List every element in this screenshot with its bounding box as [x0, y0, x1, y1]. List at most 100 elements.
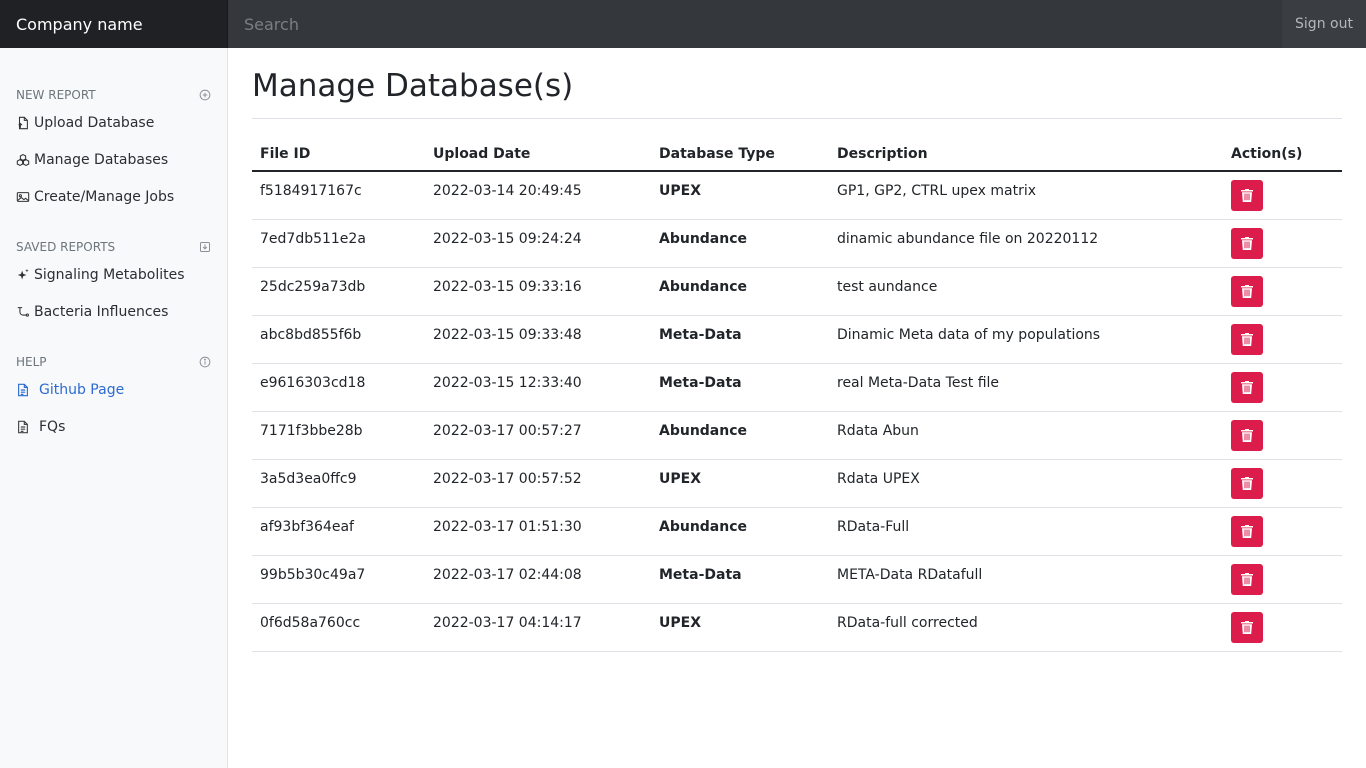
- trash-icon: [1241, 332, 1253, 346]
- branch-icon: [17, 306, 29, 317]
- file-upload-icon: [18, 116, 28, 129]
- cell-database-type: Abundance: [651, 411, 829, 460]
- column-header-upload-date: Upload Date: [425, 137, 651, 172]
- trash-icon: [1241, 236, 1253, 250]
- cell-description: GP1, GP2, CTRL upex matrix: [829, 171, 1223, 220]
- cell-actions: [1223, 459, 1342, 508]
- table-row: abc8bd855f6b 2022-03-15 09:33:48 Meta-Data…: [252, 315, 1342, 364]
- cell-database-type: Abundance: [651, 507, 829, 556]
- section-help: HELP: [0, 352, 227, 372]
- cell-actions: [1223, 315, 1342, 364]
- delete-button[interactable]: [1231, 515, 1263, 547]
- document-icon: [18, 383, 28, 396]
- column-header-file-id: File ID: [252, 137, 425, 172]
- cell-upload-date: 2022-03-15 09:33:48: [425, 315, 651, 364]
- delete-button[interactable]: [1231, 467, 1263, 499]
- cell-upload-date: 2022-03-15 09:33:16: [425, 267, 651, 316]
- section-new-report: NEW REPORT: [0, 85, 227, 105]
- table-row: 25dc259a73db 2022-03-15 09:33:16 Abundance…: [252, 267, 1342, 316]
- delete-button[interactable]: [1231, 275, 1263, 307]
- sparkles-icon: [17, 268, 29, 279]
- download-box-icon[interactable]: [199, 241, 211, 253]
- cell-actions: [1223, 603, 1342, 652]
- sidebar-item-create-manage-jobs[interactable]: Create/Manage Jobs: [0, 178, 227, 215]
- column-header-actions: Action(s): [1223, 137, 1342, 172]
- column-header-database-type: Database Type: [651, 137, 829, 172]
- cell-upload-date: 2022-03-14 20:49:45: [425, 171, 651, 220]
- cell-actions: [1223, 411, 1342, 460]
- table-row: 0f6d58a760cc 2022-03-17 04:14:17 UPEX RData…: [252, 603, 1342, 652]
- cell-description: real Meta-Data Test file: [829, 363, 1223, 412]
- cell-file-id: 25dc259a73db: [252, 267, 425, 316]
- table-row: 7ed7db511e2a 2022-03-15 09:24:24 Abundance…: [252, 219, 1342, 268]
- cell-file-id: 7ed7db511e2a: [252, 219, 425, 268]
- cell-file-id: 7171f3bbe28b: [252, 411, 425, 460]
- cell-database-type: Abundance: [651, 219, 829, 268]
- sidebar-item-label: Bacteria Influences: [34, 303, 169, 320]
- cell-actions: [1223, 267, 1342, 316]
- delete-button[interactable]: [1231, 371, 1263, 403]
- table-row: 7171f3bbe28b 2022-03-17 00:57:27 Abundance…: [252, 411, 1342, 460]
- cell-upload-date: 2022-03-15 12:33:40: [425, 363, 651, 412]
- cell-upload-date: 2022-03-17 02:44:08: [425, 555, 651, 604]
- cell-file-id: af93bf364eaf: [252, 507, 425, 556]
- page-title: Manage Database(s): [252, 68, 574, 104]
- cell-file-id: f5184917167c: [252, 171, 425, 220]
- table-row: 99b5b30c49a7 2022-03-17 02:44:08 Meta-Data…: [252, 555, 1342, 604]
- sidebar-item-label: Create/Manage Jobs: [34, 188, 175, 205]
- trash-icon: [1241, 380, 1253, 394]
- trash-icon: [1241, 572, 1253, 586]
- section-title: HELP: [16, 355, 47, 369]
- cell-upload-date: 2022-03-17 04:14:17: [425, 603, 651, 652]
- section-saved-reports: SAVED REPORTS: [0, 237, 227, 257]
- sidebar-item-label: Manage Databases: [34, 151, 169, 168]
- delete-button[interactable]: [1231, 611, 1263, 643]
- sidebar-item-label: Github Page: [39, 381, 125, 398]
- sidebar-item-label: FQs: [39, 418, 66, 435]
- section-title: NEW REPORT: [16, 88, 96, 102]
- cell-description: Dinamic Meta data of my populations: [829, 315, 1223, 364]
- delete-button[interactable]: [1231, 419, 1263, 451]
- trash-icon: [1241, 476, 1253, 490]
- sidebar-item-manage-databases[interactable]: Manage Databases: [0, 141, 227, 178]
- cell-file-id: e9616303cd18: [252, 363, 425, 412]
- trash-icon: [1241, 428, 1253, 442]
- database-table: File ID Upload Date Database Type Descri…: [252, 137, 1342, 652]
- search-input[interactable]: [228, 0, 1282, 48]
- trash-icon: [1241, 284, 1253, 298]
- sign-out-button[interactable]: Sign out: [1282, 0, 1366, 48]
- top-navbar: Company name Sign out: [0, 0, 1366, 48]
- cell-description: dinamic abundance file on 20220112: [829, 219, 1223, 268]
- table-row: 3a5d3ea0ffc9 2022-03-17 00:57:52 UPEX Rdata…: [252, 459, 1342, 508]
- plus-circle-icon[interactable]: [199, 89, 211, 101]
- cell-database-type: Meta-Data: [651, 315, 829, 364]
- cell-description: RData-full corrected: [829, 603, 1223, 652]
- cell-upload-date: 2022-03-17 00:57:52: [425, 459, 651, 508]
- cell-database-type: Abundance: [651, 267, 829, 316]
- image-file-icon: [16, 191, 30, 202]
- cell-file-id: abc8bd855f6b: [252, 315, 425, 364]
- table-row: e9616303cd18 2022-03-15 12:33:40 Meta-Data…: [252, 363, 1342, 412]
- delete-button[interactable]: [1231, 323, 1263, 355]
- document-icon: [18, 420, 28, 433]
- sidebar-item-signaling-metabolites[interactable]: Signaling Metabolites: [0, 256, 227, 293]
- sidebar-item-github-page[interactable]: Github Page: [0, 371, 227, 408]
- trash-icon: [1241, 189, 1253, 202]
- column-header-description: Description: [829, 137, 1223, 172]
- cell-database-type: UPEX: [651, 603, 829, 652]
- delete-button[interactable]: [1231, 180, 1263, 211]
- brand-name[interactable]: Company name: [0, 0, 228, 48]
- delete-button[interactable]: [1231, 227, 1263, 259]
- cell-upload-date: 2022-03-17 01:51:30: [425, 507, 651, 556]
- cell-actions: [1223, 219, 1342, 268]
- delete-button[interactable]: [1231, 563, 1263, 595]
- sidebar-item-fqs[interactable]: FQs: [0, 408, 227, 445]
- cell-description: RData-Full: [829, 507, 1223, 556]
- sidebar-item-upload-database[interactable]: Upload Database: [0, 104, 227, 141]
- info-circle-icon[interactable]: [199, 356, 211, 368]
- cell-description: Rdata UPEX: [829, 459, 1223, 508]
- cell-database-type: Meta-Data: [651, 363, 829, 412]
- cell-database-type: UPEX: [651, 459, 829, 508]
- title-divider: [252, 118, 1342, 119]
- sidebar-item-bacteria-influences[interactable]: Bacteria Influences: [0, 293, 227, 330]
